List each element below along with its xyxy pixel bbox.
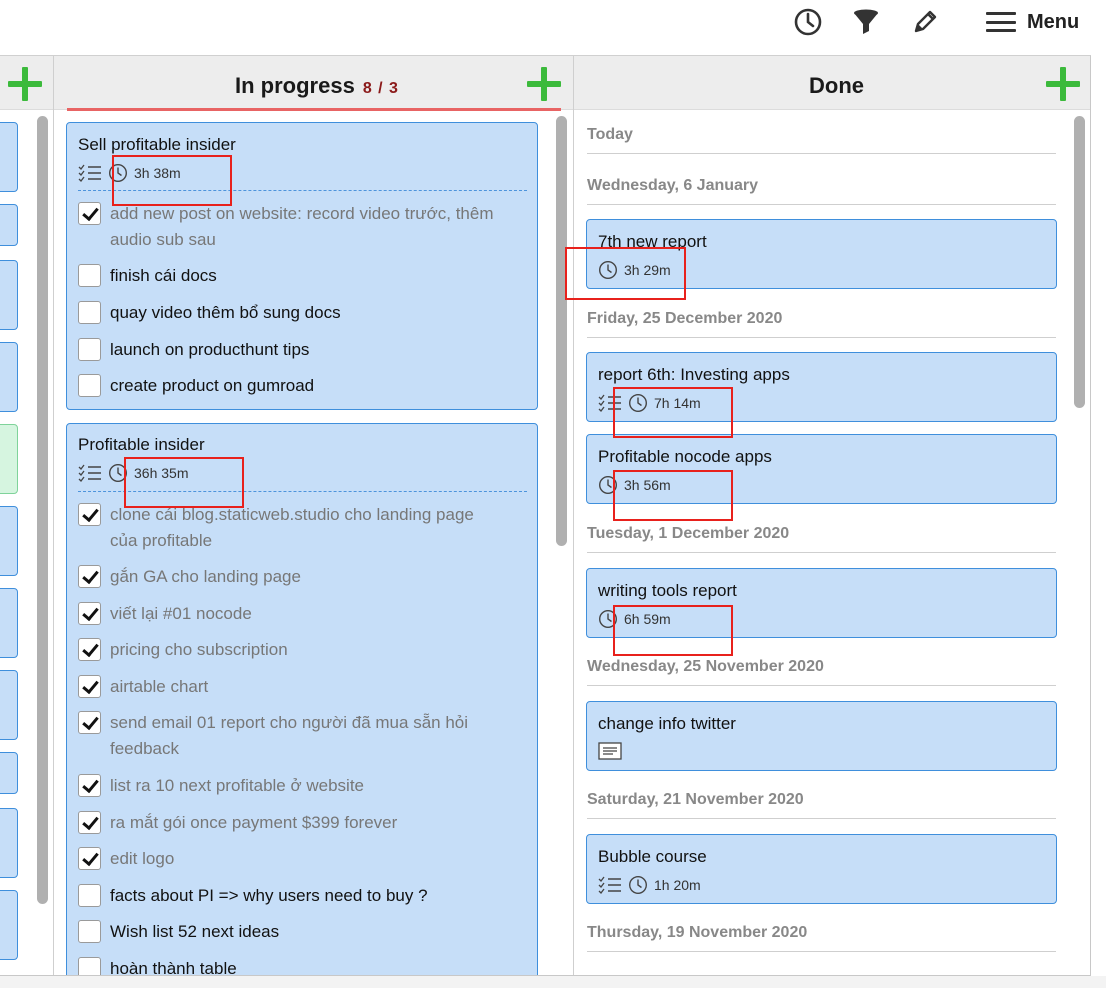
checkbox[interactable] <box>78 957 101 975</box>
card-partial[interactable] <box>0 670 18 740</box>
card-partial[interactable] <box>0 204 18 246</box>
day-header: Saturday, 21 November 2020 <box>587 791 1056 819</box>
history-icon[interactable] <box>793 7 823 37</box>
checkbox[interactable] <box>78 565 101 588</box>
add-card-icon[interactable] <box>8 67 42 101</box>
checklist-item[interactable]: Wish list 52 next ideas <box>78 919 279 945</box>
menu-button[interactable]: Menu <box>986 8 1079 36</box>
checkbox[interactable] <box>78 847 101 870</box>
clock-icon <box>628 875 648 895</box>
pencil-icon[interactable] <box>910 7 940 37</box>
day-header: Today <box>587 126 1056 154</box>
checkbox[interactable] <box>78 202 101 225</box>
checklist-item[interactable]: launch on producthunt tips <box>78 337 309 363</box>
card-partial[interactable] <box>0 424 18 494</box>
highlight-box <box>565 247 686 300</box>
checklist-item[interactable]: quay video thêm bổ sung docs <box>78 300 341 326</box>
add-card-icon[interactable] <box>1046 67 1080 101</box>
filter-icon[interactable] <box>851 7 881 37</box>
checkbox[interactable] <box>78 638 101 661</box>
highlight-box <box>613 387 733 438</box>
checklist-item[interactable]: facts about PI => why users need to buy … <box>78 883 428 909</box>
checklist-item[interactable]: send email 01 report cho người đã mua sẵ… <box>78 710 468 762</box>
checklist-icon <box>78 464 101 482</box>
day-header: Wednesday, 6 January <box>587 177 1056 205</box>
checklist-item[interactable]: airtable chart <box>78 674 208 700</box>
description-icon <box>598 742 622 760</box>
checkbox[interactable] <box>78 301 101 324</box>
highlight-box <box>613 470 733 521</box>
wip-limit-indicator <box>67 108 561 111</box>
checkbox[interactable] <box>78 338 101 361</box>
checklist-icon <box>78 164 101 182</box>
column-title: Done <box>809 73 864 98</box>
day-header: Friday, 25 December 2020 <box>587 310 1056 338</box>
highlight-box <box>112 155 232 206</box>
checklist-item[interactable]: pricing cho subscription <box>78 637 288 663</box>
highlight-box <box>613 605 733 656</box>
card-partial[interactable] <box>0 808 18 878</box>
checkbox[interactable] <box>78 774 101 797</box>
checklist-item[interactable]: finish cái docs <box>78 263 217 289</box>
day-header: Wednesday, 25 November 2020 <box>587 658 1056 686</box>
done-column-header: Done <box>574 56 1090 110</box>
checkbox[interactable] <box>78 920 101 943</box>
checkbox[interactable] <box>78 884 101 907</box>
checkbox[interactable] <box>78 711 101 734</box>
done-card[interactable]: change info twitter <box>586 701 1057 771</box>
checkbox[interactable] <box>78 602 101 625</box>
in-progress-scrollbar[interactable] <box>556 116 567 548</box>
card-partial[interactable] <box>0 122 18 192</box>
menu-label: Menu <box>1027 10 1080 33</box>
time-spent: 1h 20m <box>654 877 701 893</box>
day-header: Tuesday, 1 December 2020 <box>587 525 1056 553</box>
done-scrollbar[interactable] <box>1074 116 1085 410</box>
checkbox[interactable] <box>78 374 101 397</box>
checklist-item[interactable]: list ra 10 next profitable ở website <box>78 773 364 799</box>
checklist-icon <box>598 876 621 894</box>
done-card[interactable]: Bubble course 1h 20m <box>586 834 1057 904</box>
checklist-item[interactable]: create product on gumroad <box>78 373 314 399</box>
checkbox[interactable] <box>78 811 101 834</box>
checkbox[interactable] <box>78 675 101 698</box>
hamburger-icon <box>986 12 1016 32</box>
card-partial[interactable] <box>0 588 18 658</box>
card-partial[interactable] <box>0 752 18 794</box>
card-partial[interactable] <box>0 506 18 576</box>
checklist-item[interactable]: gắn GA cho landing page <box>78 564 301 590</box>
checklist-item[interactable]: clone cái blog.staticweb.studio cho land… <box>78 502 474 554</box>
checkbox[interactable] <box>78 264 101 287</box>
card-partial[interactable] <box>0 890 18 960</box>
card-partial[interactable] <box>0 260 18 330</box>
checkbox[interactable] <box>78 503 101 526</box>
top-toolbar: Menu <box>0 0 1106 55</box>
checklist-item[interactable]: ra mắt gói once payment $399 forever <box>78 810 397 836</box>
wip-count: 8 / 3 <box>362 80 399 97</box>
add-card-icon[interactable] <box>527 67 561 101</box>
checklist-item[interactable]: add new post on website: record video tr… <box>78 201 494 253</box>
column-title: In progress 8 / 3 <box>235 73 399 98</box>
in-progress-column-header: In progress 8 / 3 <box>54 56 574 110</box>
checklist-item[interactable]: viết lại #01 nocode <box>78 601 252 627</box>
card-partial[interactable] <box>0 342 18 412</box>
highlight-box <box>124 457 244 508</box>
checklist-item[interactable]: edit logo <box>78 846 174 872</box>
left-scrollbar[interactable] <box>37 116 48 906</box>
checklist-item[interactable]: hoàn thành table <box>78 956 237 975</box>
previous-column-header <box>0 56 54 110</box>
day-header: Thursday, 19 November 2020 <box>587 924 1056 952</box>
